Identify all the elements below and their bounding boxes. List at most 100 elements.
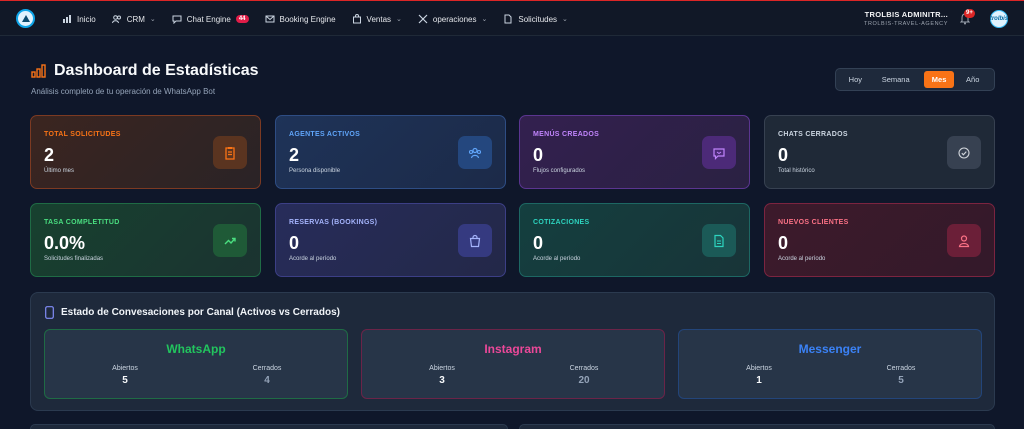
range-semana-button[interactable]: Semana: [872, 71, 920, 88]
nav-item-ventas[interactable]: Ventas ⌄: [352, 14, 402, 24]
document-icon: [504, 14, 512, 24]
phone-icon: [45, 306, 54, 319]
user-agency: TROLBIS-TRAVEL-AGENCY: [863, 21, 948, 27]
nav-item-crm[interactable]: CRM ⌄: [111, 14, 156, 24]
channel-status-panel: Estado de Convesaciones por Canal (Activ…: [30, 292, 995, 411]
app-logo[interactable]: [16, 9, 35, 28]
avatar[interactable]: trolbis: [990, 10, 1008, 28]
stat-card-reservas[interactable]: RESERVAS (BOOKINGS) 0 Acorde al período: [275, 203, 506, 277]
card-value: 0: [778, 233, 789, 253]
card-label: AGENTES ACTIVOS: [289, 131, 361, 138]
nav-label-ventas: Ventas: [366, 14, 392, 24]
panel-title: Estado de Convesaciones por Canal (Activ…: [61, 307, 340, 318]
nav-item-operaciones[interactable]: operaciones ⌄: [418, 14, 487, 24]
stat-card-total-solicitudes[interactable]: TOTAL SOLICITUDES 2 Último mes: [30, 115, 261, 189]
open-count: 1: [756, 375, 762, 386]
chat-icon: [172, 15, 182, 24]
card-description: Acorde al período: [289, 256, 337, 262]
card-value: 0.0%: [44, 233, 86, 253]
card-value: 2: [44, 145, 55, 165]
card-value: 0: [289, 233, 300, 253]
card-description: Total histórico: [778, 168, 815, 174]
users-icon: [111, 15, 121, 24]
card-label: NUEVOS CLIENTES: [778, 219, 849, 226]
card-description: Flujos configurados: [533, 168, 586, 174]
open-stat: Abiertos 5: [85, 365, 165, 386]
open-stat: Abiertos 3: [402, 365, 482, 386]
nav-item-chat-engine[interactable]: Chat Engine 44: [172, 14, 249, 24]
mail-icon: [265, 15, 274, 23]
stat-card-tasa-completitud[interactable]: TASA COMPLETITUD 0.0% Solicitudes finali…: [30, 203, 261, 277]
bag-icon: [352, 14, 361, 24]
range-ano-button[interactable]: Año: [954, 71, 991, 88]
open-count: 5: [122, 375, 128, 386]
next-panel-left: [30, 424, 508, 429]
stat-card-agentes-activos[interactable]: AGENTES ACTIVOS 2 Persona disponible: [275, 115, 506, 189]
user-menu[interactable]: TROLBIS ADMINITR... TROLBIS-TRAVEL-AGENC…: [864, 10, 948, 27]
stat-card-nuevos-clientes[interactable]: NUEVOS CLIENTES 0 Acorde al período: [764, 203, 995, 277]
nav-item-booking-engine[interactable]: Booking Engine: [265, 14, 336, 24]
notification-badge: 9+: [964, 9, 975, 18]
closed-count: 4: [264, 375, 270, 386]
team-icon: [458, 136, 492, 169]
card-value: 0: [533, 145, 544, 165]
channel-card-messenger[interactable]: Messenger Abiertos 1 Cerrados 5: [678, 329, 982, 399]
stat-card-cotizaciones[interactable]: COTIZACIONES 0 Acorde al período: [519, 203, 750, 277]
nav-label-chat-engine: Chat Engine: [186, 14, 231, 24]
card-label: COTIZACIONES: [533, 219, 590, 226]
closed-count: 5: [898, 375, 904, 386]
channel-card-instagram[interactable]: Instagram Abiertos 3 Cerrados 20: [361, 329, 665, 399]
shopping-bag-icon: [458, 224, 492, 257]
open-count: 3: [439, 375, 445, 386]
card-description: Último mes: [44, 168, 75, 174]
avatar-text: trolbis: [989, 16, 1009, 22]
stat-card-menus-creados[interactable]: MENÚS CREADOS 0 Flujos configurados: [519, 115, 750, 189]
user-name: TROLBIS ADMINITR...: [864, 10, 948, 19]
stat-card-chats-cerrados[interactable]: CHATS CERRADOS 0 Total histórico: [764, 115, 995, 189]
closed-label: Cerrados: [252, 365, 282, 372]
range-hoy-button[interactable]: Hoy: [839, 71, 872, 88]
channel-name: WhatsApp: [166, 342, 226, 356]
card-description: Solicitudes finalizadas: [44, 256, 104, 262]
nav-label-operaciones: operaciones: [432, 14, 477, 24]
range-mes-button[interactable]: Mes: [923, 71, 955, 88]
main-nav: Inicio CRM ⌄ Chat Engine 44 Booking Engi…: [62, 1, 568, 37]
closed-label: Cerrados: [886, 365, 916, 372]
card-description: Acorde al período: [533, 256, 581, 262]
trending-up-icon: [213, 224, 247, 257]
nav-label-crm: CRM: [126, 14, 145, 24]
open-label: Abiertos: [112, 365, 138, 372]
clipboard-icon: [213, 136, 247, 169]
nav-item-inicio[interactable]: Inicio: [62, 14, 96, 24]
open-stat: Abiertos 1: [719, 365, 799, 386]
channel-name: Messenger: [798, 342, 862, 356]
chat-count-badge: 44: [235, 15, 249, 23]
chevron-down-icon: ⌄: [396, 16, 402, 23]
channel-name: Instagram: [484, 342, 542, 356]
closed-stat: Cerrados 5: [861, 365, 941, 386]
chevron-down-icon: ⌄: [562, 16, 568, 23]
card-description: Acorde al período: [778, 256, 826, 262]
bar-chart-icon: [31, 64, 46, 78]
card-label: CHATS CERRADOS: [778, 131, 848, 138]
nav-item-solicitudes[interactable]: Solicitudes ⌄: [503, 14, 568, 24]
chevron-down-icon: ⌄: [481, 16, 488, 23]
check-circle-icon: [947, 136, 981, 169]
top-navbar: Inicio CRM ⌄ Chat Engine 44 Booking Engi…: [0, 0, 1024, 36]
user-icon: [947, 224, 981, 257]
channel-card-whatsapp[interactable]: WhatsApp Abiertos 5 Cerrados 4: [44, 329, 348, 399]
card-value: 0: [778, 145, 789, 165]
tools-icon: [418, 14, 428, 24]
card-label: RESERVAS (BOOKINGS): [289, 219, 378, 226]
card-value: 2: [289, 145, 300, 165]
closed-count: 20: [578, 375, 590, 386]
page-title: Dashboard de Estadísticas: [54, 62, 259, 79]
chat-icon: [702, 136, 736, 169]
closed-label: Cerrados: [569, 365, 599, 372]
date-range-selector: Hoy Semana Mes Año: [835, 68, 995, 91]
closed-stat: Cerrados 4: [227, 365, 307, 386]
card-description: Persona disponible: [289, 168, 341, 174]
next-panel-right: [519, 424, 995, 429]
card-label: MENÚS CREADOS: [533, 131, 600, 138]
nav-label-booking-engine: Booking Engine: [279, 14, 336, 24]
